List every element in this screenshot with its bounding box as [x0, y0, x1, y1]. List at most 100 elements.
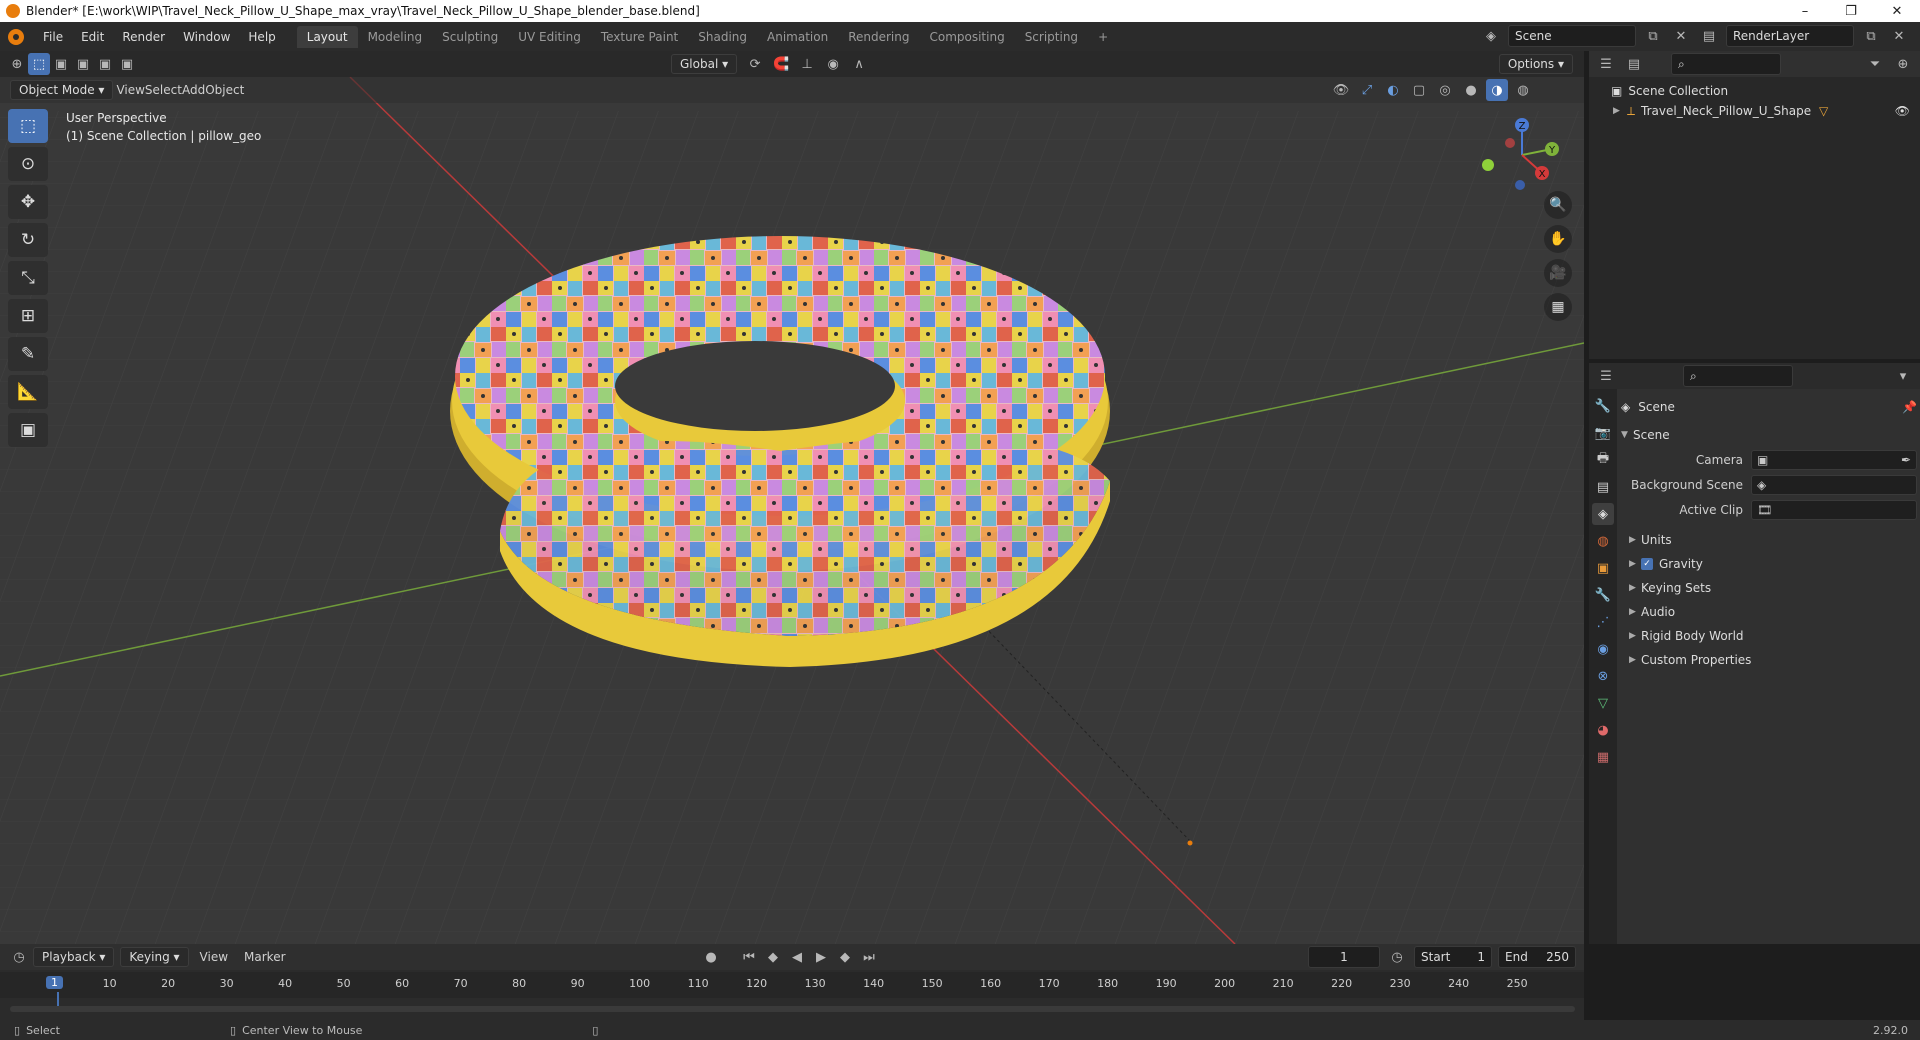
jump-start-icon[interactable]: ⏮ — [738, 946, 760, 968]
timeline-ruler[interactable]: 10 20 30 40 50 60 70 80 90 100 110 120 130 140 150 160 1… — [0, 972, 1584, 1012]
falloff-icon[interactable]: ∧ — [848, 53, 870, 75]
audio-panel-header[interactable]: ▶ Audio — [1621, 600, 1917, 624]
shading-material-icon[interactable]: ◑ — [1486, 79, 1508, 101]
visibility-eye-icon[interactable]: 👁 — [1895, 104, 1910, 118]
tab-compositing[interactable]: Compositing — [919, 26, 1014, 48]
snap-icon[interactable]: 🧲 — [770, 53, 792, 75]
rigid-body-panel-header[interactable]: ▶ Rigid Body World — [1621, 624, 1917, 648]
add-cube-tool-icon[interactable]: ▣ — [8, 413, 48, 447]
active-clip-field[interactable]: 🎞 — [1751, 499, 1917, 520]
timeline-view-menu[interactable]: View — [192, 950, 236, 964]
keying-menu[interactable]: Keying ▾ — [120, 947, 189, 967]
world-tab-icon[interactable]: ◍ — [1592, 530, 1614, 552]
physics-tab-icon[interactable]: ◉ — [1592, 638, 1614, 660]
overlay-toggle-icon[interactable]: ◐ — [1382, 79, 1404, 101]
viewport-menu-select[interactable]: Select — [145, 83, 182, 97]
play-reverse-icon[interactable]: ◀ — [786, 946, 808, 968]
timeline-marker-menu[interactable]: Marker — [236, 950, 293, 964]
preview-range-icon[interactable]: ◷ — [1386, 946, 1408, 968]
menu-render[interactable]: Render — [113, 30, 174, 44]
timeline-editor-icon[interactable]: ◷ — [8, 946, 30, 968]
camera-field[interactable]: ▣ ✒ — [1751, 449, 1917, 470]
scale-tool-icon[interactable]: ⤡ — [8, 261, 48, 295]
menu-window[interactable]: Window — [174, 30, 239, 44]
xray-icon[interactable]: ▢ — [1408, 79, 1430, 101]
cursor-tool-icon[interactable]: ⊙ — [8, 147, 48, 181]
properties-search-input[interactable]: ⌕ — [1683, 365, 1793, 387]
tab-uv-editing[interactable]: UV Editing — [508, 26, 591, 48]
gravity-checkbox[interactable]: ✓ — [1641, 558, 1653, 570]
constraints-tab-icon[interactable]: ⊗ — [1592, 665, 1614, 687]
material-tab-icon[interactable]: ◕ — [1592, 719, 1614, 741]
blender-menu-icon[interactable] — [8, 28, 24, 45]
properties-menu-icon[interactable]: ▾ — [1892, 365, 1914, 387]
measure-tool-icon[interactable]: 📐 — [8, 375, 48, 409]
keying-sets-panel-header[interactable]: ▶ Keying Sets — [1621, 576, 1917, 600]
orientation-dropdown[interactable]: Global ▾ — [671, 54, 738, 74]
timeline-scrollbar[interactable] — [10, 1006, 1575, 1012]
custom-properties-panel-header[interactable]: ▶ Custom Properties — [1621, 648, 1917, 672]
current-frame-field[interactable]: 1 — [1308, 946, 1380, 968]
remove-renderlayer-icon[interactable]: ✕ — [1888, 25, 1910, 47]
snap-target-icon[interactable]: ⊥ — [796, 53, 818, 75]
modifier-tab-icon[interactable]: 🔧 — [1592, 584, 1614, 606]
select-mode-extend-icon[interactable]: ▣ — [72, 53, 94, 75]
visibility-icon[interactable]: 👁 — [1330, 79, 1352, 101]
rotate-tool-icon[interactable]: ↻ — [8, 223, 48, 257]
ortho-grid-icon[interactable]: ▦ — [1544, 293, 1572, 321]
3d-viewport[interactable]: ⊕ ⬚ ▣ ▣ ▣ ▣ Global ▾ ⟳ 🧲 ⊥ ◉ ∧ Options ▾… — [0, 51, 1584, 944]
playback-menu[interactable]: Playback ▾ — [33, 947, 115, 967]
menu-help[interactable]: Help — [239, 30, 284, 44]
outliner-search-input[interactable]: ⌕ — [1671, 53, 1781, 75]
tab-scripting[interactable]: Scripting — [1015, 26, 1088, 48]
scene-field[interactable]: Scene — [1508, 25, 1636, 47]
expand-arrow-icon[interactable]: ▶ — [1613, 106, 1627, 116]
tab-layout[interactable]: Layout — [296, 25, 358, 48]
maximize-button[interactable]: ❐ — [1828, 0, 1874, 22]
gravity-panel-header[interactable]: ▶ ✓ Gravity — [1621, 552, 1917, 576]
outliner-editor-icon[interactable]: ☰ — [1595, 53, 1617, 75]
tab-texture-paint[interactable]: Texture Paint — [591, 26, 688, 48]
background-scene-field[interactable]: ◈ — [1751, 474, 1917, 495]
navigation-gizmo[interactable]: Z Y X — [1480, 113, 1564, 197]
shading-rendered-icon[interactable]: ◍ — [1512, 79, 1534, 101]
mode-dropdown[interactable]: Object Mode ▾ — [10, 80, 114, 100]
play-icon[interactable]: ▶ — [810, 946, 832, 968]
select-mode-subtract-icon[interactable]: ▣ — [94, 53, 116, 75]
render-tab-icon[interactable]: 📷 — [1592, 422, 1614, 444]
transform-tool-icon[interactable]: ⊞ — [8, 299, 48, 333]
end-frame-field[interactable]: End 250 — [1498, 946, 1576, 968]
texture-tab-icon[interactable]: ▦ — [1592, 746, 1614, 768]
new-collection-icon[interactable]: ⊕ — [1892, 53, 1914, 75]
add-workspace-button[interactable]: + — [1088, 26, 1118, 48]
tab-rendering[interactable]: Rendering — [838, 26, 919, 48]
zoom-icon[interactable]: 🔍 — [1544, 191, 1572, 219]
scene-icon[interactable]: ◈ — [1480, 25, 1502, 47]
move-tool-icon[interactable]: ✥ — [8, 185, 48, 219]
new-scene-icon[interactable]: ⧉ — [1642, 25, 1664, 47]
object-tab-icon[interactable]: ▣ — [1592, 557, 1614, 579]
scene-panel-header[interactable]: ▼ Scene — [1621, 423, 1917, 447]
close-button[interactable]: ✕ — [1874, 0, 1920, 22]
scene-collection-row[interactable]: ▣ Scene Collection — [1589, 81, 1920, 101]
pan-hand-icon[interactable]: ✋ — [1544, 225, 1572, 253]
prev-keyframe-icon[interactable]: ◆ — [762, 946, 784, 968]
select-tool-icon[interactable]: ⬚ — [8, 109, 48, 143]
renderlayer-field[interactable]: RenderLayer — [1726, 25, 1854, 47]
view-layer-tab-icon[interactable]: ▤ — [1592, 476, 1614, 498]
shading-solid-icon[interactable]: ● — [1460, 79, 1482, 101]
pin-icon[interactable]: 📌 — [1902, 400, 1917, 414]
record-icon[interactable]: ● — [700, 946, 722, 968]
mesh-data-icon[interactable]: ▽ — [1819, 104, 1828, 118]
tab-sculpting[interactable]: Sculpting — [432, 26, 508, 48]
renderlayer-icon[interactable]: ▤ — [1698, 25, 1720, 47]
gizmo-toggle-icon[interactable]: ⤢ — [1356, 79, 1378, 101]
outliner-item[interactable]: ▶ ⟂ Travel_Neck_Pillow_U_Shape ▽ 👁 — [1589, 101, 1920, 121]
viewport-menu-add[interactable]: Add — [182, 83, 205, 97]
output-tab-icon[interactable]: 🖶 — [1592, 449, 1614, 471]
display-mode-icon[interactable]: ▤ — [1623, 53, 1645, 75]
particles-tab-icon[interactable]: ⋰ — [1592, 611, 1614, 633]
minimize-button[interactable]: – — [1782, 0, 1828, 22]
select-mode-new-icon[interactable]: ▣ — [50, 53, 72, 75]
tab-animation[interactable]: Animation — [757, 26, 838, 48]
